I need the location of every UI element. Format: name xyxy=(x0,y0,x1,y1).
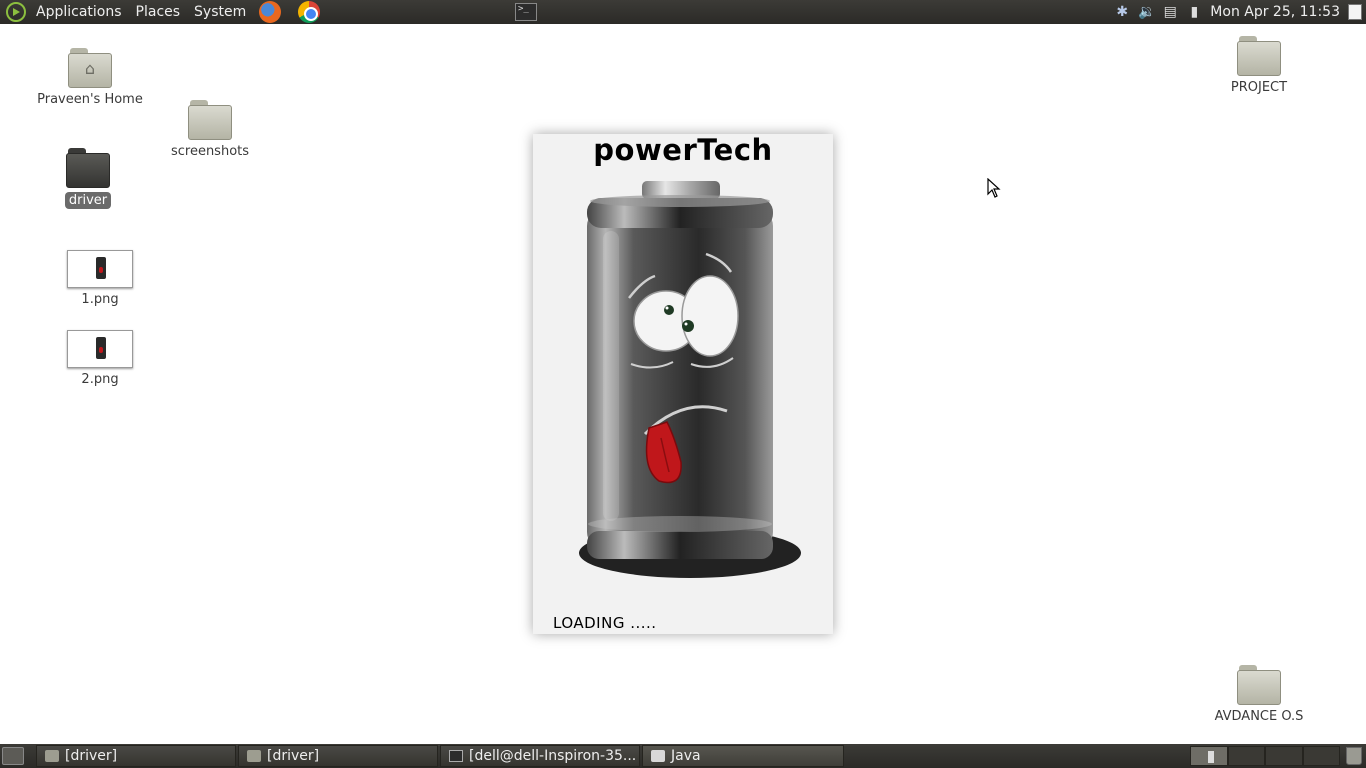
system-tray: ✱ 🔉 ▤ ▮ Mon Apr 25, 11:53 xyxy=(1110,0,1366,24)
folder-icon xyxy=(188,100,232,140)
bluetooth-icon[interactable]: ✱ xyxy=(1114,3,1130,21)
desktop-icon-label: Praveen's Home xyxy=(37,92,143,107)
desktop-icon-home[interactable]: ⌂ Praveen's Home xyxy=(30,48,150,107)
workspace-4[interactable] xyxy=(1302,746,1340,766)
terminal-icon xyxy=(449,750,463,762)
home-folder-icon: ⌂ xyxy=(68,48,112,88)
folder-icon xyxy=(45,750,59,762)
workspace-2[interactable] xyxy=(1227,746,1265,766)
menu-applications[interactable]: Applications xyxy=(29,0,129,24)
desktop-icon-2png[interactable]: 2.png xyxy=(40,330,160,387)
terminal-icon[interactable] xyxy=(515,3,537,21)
image-thumbnail-icon xyxy=(67,250,133,288)
taskbar-item-label: Java xyxy=(671,748,701,764)
taskbar-item-driver-1[interactable]: [driver] xyxy=(36,745,236,767)
mouse-cursor-icon xyxy=(987,178,1001,198)
workspace-switcher xyxy=(1190,746,1340,766)
desktop-icon-advance-os[interactable]: AVDANCE O.S xyxy=(1199,665,1319,724)
folder-icon xyxy=(1237,665,1281,705)
desktop-icon-label: screenshots xyxy=(170,144,250,159)
loading-text: LOADING ..... xyxy=(553,614,657,632)
network-icon[interactable]: ▤ xyxy=(1162,3,1178,21)
taskbar-item-terminal[interactable]: [dell@dell-Inspiron-35... xyxy=(440,745,640,767)
desktop-icon-label: 2.png xyxy=(81,372,119,387)
desktop-icon-screenshots[interactable]: screenshots xyxy=(150,100,270,159)
desktop-icon-1png[interactable]: 1.png xyxy=(40,250,160,307)
volume-icon[interactable]: 🔉 xyxy=(1138,3,1155,21)
shutdown-icon[interactable] xyxy=(1348,4,1362,20)
taskbar-item-label: [driver] xyxy=(267,748,320,764)
desktop-screen: Applications Places System ✱ 🔉 ▤ ▮ Mon A… xyxy=(0,0,1366,768)
desktop-icon-project[interactable]: PROJECT xyxy=(1199,36,1319,95)
battery-icon[interactable]: ▮ xyxy=(1186,3,1202,21)
desktop-icon-label: driver xyxy=(64,192,112,209)
desktop-icon-label: PROJECT xyxy=(1230,80,1288,95)
taskbar-item-label: [dell@dell-Inspiron-35... xyxy=(469,748,637,764)
desktop-icon-driver[interactable]: driver xyxy=(28,148,148,209)
battery-mascot-image xyxy=(579,181,801,578)
image-thumbnail-icon xyxy=(67,330,133,368)
taskbar-item-label: [driver] xyxy=(65,748,118,764)
folder-icon xyxy=(66,148,110,188)
show-desktop-icon[interactable] xyxy=(2,747,24,765)
top-panel: Applications Places System ✱ 🔉 ▤ ▮ Mon A… xyxy=(0,0,1366,24)
menu-places[interactable]: Places xyxy=(129,0,188,24)
desktop-icon-label: 1.png xyxy=(81,292,119,307)
firefox-icon[interactable] xyxy=(259,1,282,23)
folder-icon xyxy=(247,750,261,762)
taskbar-item-java[interactable]: Java xyxy=(642,745,844,767)
chrome-icon[interactable] xyxy=(298,1,321,23)
folder-icon xyxy=(1237,36,1281,76)
java-icon xyxy=(651,750,665,762)
clock[interactable]: Mon Apr 25, 11:53 xyxy=(1206,4,1346,20)
splash-window[interactable]: powerTech LOADING ..... xyxy=(533,134,833,634)
workspace-1[interactable] xyxy=(1190,746,1228,766)
trash-icon[interactable] xyxy=(1346,747,1362,765)
menu-system[interactable]: System xyxy=(187,0,253,24)
mint-logo-icon[interactable] xyxy=(5,1,27,23)
desktop-icon-label: AVDANCE O.S xyxy=(1214,709,1304,724)
splash-title: powerTech xyxy=(593,133,773,167)
workspace-3[interactable] xyxy=(1265,746,1303,766)
taskbar-item-driver-2[interactable]: [driver] xyxy=(238,745,438,767)
bottom-panel: [driver] [driver] [dell@dell-Inspiron-35… xyxy=(0,744,1366,768)
